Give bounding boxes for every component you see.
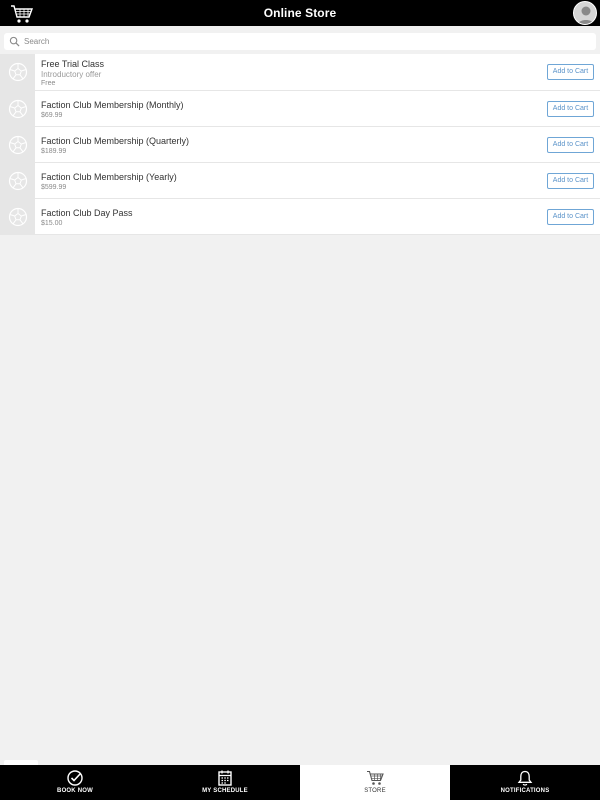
search-bar [0,26,600,54]
check-circle-icon [67,770,83,786]
avatar-icon[interactable] [573,1,597,25]
top-bar: Online Store [0,0,600,26]
soccer-ball-icon [8,135,28,154]
soccer-ball-icon [8,62,28,82]
bottom-tab-bar: BOOK NOW MY SCHEDULE STORE NOTIFICATIONS [0,765,600,800]
tab-notifications[interactable]: NOTIFICATIONS [450,765,600,800]
product-price: $189.99 [41,148,67,155]
bell-icon [517,770,533,786]
page-title: Online Store [263,6,337,20]
product-thumbnail [0,127,35,162]
soccer-ball-icon [8,99,28,118]
tab-book-now[interactable]: BOOK NOW [0,765,150,800]
product-subtitle: Introductory offer [41,70,102,79]
tab-my-schedule[interactable]: MY SCHEDULE [150,765,300,800]
cart-icon [367,770,384,785]
product-list: Free Trial Class Introductory offer Free… [0,54,600,235]
product-name: Faction Club Membership (Monthly) [41,100,184,110]
tab-label: BOOK NOW [57,788,93,794]
add-to-cart-button[interactable]: Add to Cart [547,101,594,117]
add-to-cart-button[interactable]: Add to Cart [547,137,594,153]
product-name: Faction Club Membership (Quarterly) [41,136,190,146]
tab-label: MY SCHEDULE [202,788,248,794]
product-name: Faction Club Day Pass [41,208,133,218]
product-thumbnail [0,199,35,234]
product-price: $69.99 [41,112,63,119]
search-icon [9,36,20,47]
product-thumbnail [0,54,35,90]
add-to-cart-button[interactable]: Add to Cart [547,209,594,225]
product-thumbnail [0,163,35,198]
search-box[interactable] [4,33,596,50]
list-item: Free Trial Class Introductory offer Free… [0,54,600,91]
product-thumbnail [0,91,35,126]
soccer-ball-icon [8,171,28,190]
list-item: Faction Club Day Pass $15.00 Add to Cart [0,199,600,235]
add-to-cart-button[interactable]: Add to Cart [547,64,594,80]
tab-store[interactable]: STORE [300,765,450,800]
product-price: Free [41,80,56,87]
product-name: Faction Club Membership (Yearly) [41,172,177,182]
product-price: $599.99 [41,184,67,191]
add-to-cart-button[interactable]: Add to Cart [547,173,594,189]
tab-label: STORE [364,788,386,794]
list-item: Faction Club Membership (Yearly) $599.99… [0,163,600,199]
tab-label: NOTIFICATIONS [500,788,550,794]
product-price: $15.00 [41,220,63,227]
calendar-icon [218,770,232,786]
list-item: Faction Club Membership (Quarterly) $189… [0,127,600,163]
search-input[interactable] [24,34,584,49]
list-item: Faction Club Membership (Monthly) $69.99… [0,91,600,127]
soccer-ball-icon [8,207,28,226]
product-name: Free Trial Class [41,59,105,69]
